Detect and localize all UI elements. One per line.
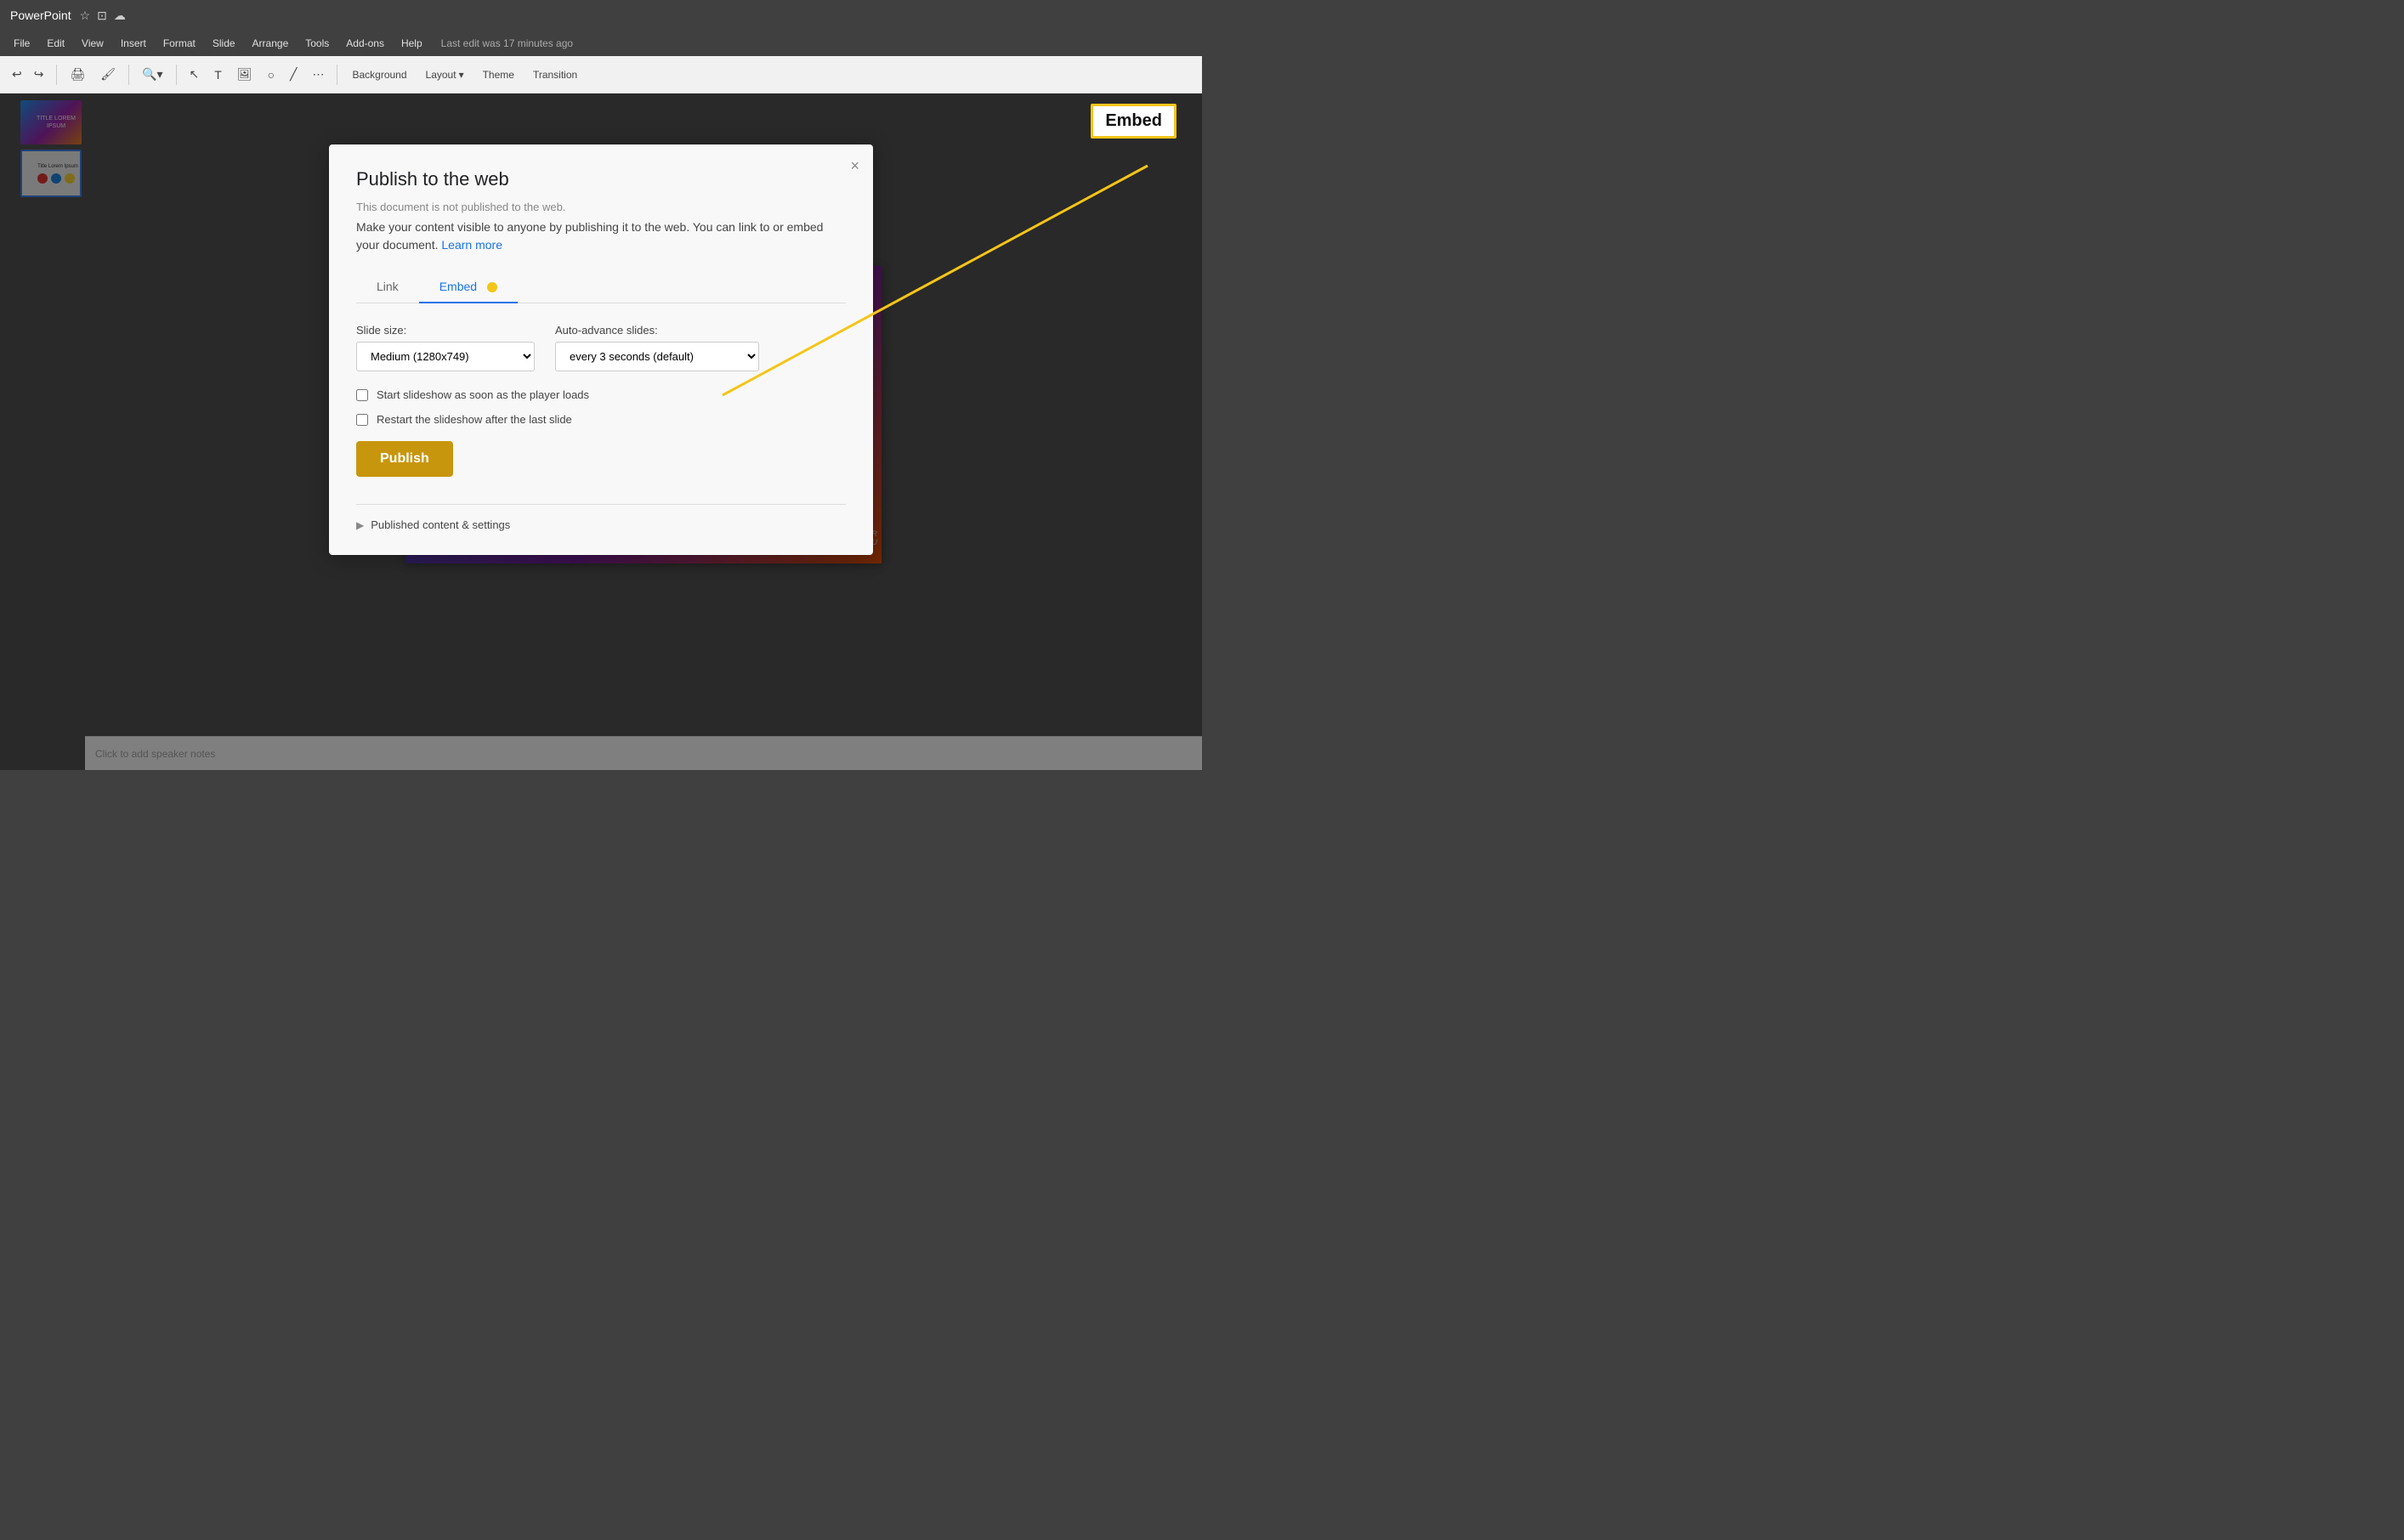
publish-button[interactable]: Publish xyxy=(356,441,453,477)
slide-size-select[interactable]: Small (640x374) Medium (1280x749) Large … xyxy=(356,342,535,371)
embed-label: Embed xyxy=(1091,104,1176,139)
modal-divider xyxy=(356,504,846,505)
save-icon[interactable]: ⊡ xyxy=(97,8,107,23)
redo-button[interactable]: ↪ xyxy=(29,64,49,85)
menu-arrange[interactable]: Arrange xyxy=(246,34,296,53)
checkbox-2-row: Restart the slideshow after the last sli… xyxy=(356,413,846,426)
title-bar-icons: ☆ ⊡ ☁ xyxy=(80,8,126,23)
checkbox-1-row: Start slideshow as soon as the player lo… xyxy=(356,388,846,401)
toolbar-divider-2 xyxy=(128,65,129,85)
tab-dot xyxy=(487,282,497,292)
modal-desc: Make your content visible to anyone by p… xyxy=(356,218,846,254)
cursor-button[interactable]: ↖ xyxy=(184,64,205,85)
toolbar-divider-3 xyxy=(176,65,177,85)
zoom-button[interactable]: 🔍▾ xyxy=(137,64,167,85)
modal-title: Publish to the web xyxy=(356,168,846,190)
main-area: 1 TITLE LOREMIPSUM 2 Title Lorem Ipsum xyxy=(0,93,1202,770)
menu-bar: File Edit View Insert Format Slide Arran… xyxy=(0,31,1202,56)
print-button[interactable]: 🖨 xyxy=(65,64,90,85)
checkbox-slideshow-start[interactable] xyxy=(356,389,368,401)
auto-advance-group: Auto-advance slides: every 1 second ever… xyxy=(555,324,759,371)
publish-modal: Publish to the web × This document is no… xyxy=(329,144,873,555)
modal-tabs: Link Embed xyxy=(356,271,846,303)
line-button[interactable]: ╱ xyxy=(285,64,302,85)
theme-button[interactable]: Theme xyxy=(476,65,521,84)
menu-addons[interactable]: Add-ons xyxy=(339,34,391,53)
toolbar-undo-group: ↩ ↪ xyxy=(7,64,48,85)
toolbar-divider-1 xyxy=(56,65,57,85)
menu-format[interactable]: Format xyxy=(156,34,202,53)
published-content-row[interactable]: ▶ Published content & settings xyxy=(356,518,846,531)
menu-slide[interactable]: Slide xyxy=(206,34,242,53)
more-button[interactable]: ⋯ xyxy=(307,64,329,85)
modal-close-button[interactable]: × xyxy=(850,158,859,173)
slide-size-label: Slide size: xyxy=(356,324,535,337)
cloud-icon[interactable]: ☁ xyxy=(114,8,126,23)
published-arrow-icon: ▶ xyxy=(356,519,364,531)
background-button[interactable]: Background xyxy=(345,65,413,84)
undo-button[interactable]: ↩ xyxy=(7,64,27,85)
transition-button[interactable]: Transition xyxy=(526,65,584,84)
app-title: PowerPoint xyxy=(10,8,71,22)
textbox-button[interactable]: T xyxy=(209,65,227,85)
layout-button[interactable]: Layout ▾ xyxy=(419,65,471,84)
menu-view[interactable]: View xyxy=(75,34,111,53)
auto-advance-select[interactable]: every 1 second every 2 seconds every 3 s… xyxy=(555,342,759,371)
checkbox-slideshow-restart[interactable] xyxy=(356,414,368,426)
shapes-button[interactable]: ○ xyxy=(263,65,280,85)
published-content-label: Published content & settings xyxy=(371,518,510,531)
menu-edit[interactable]: Edit xyxy=(40,34,71,53)
menu-help[interactable]: Help xyxy=(394,34,429,53)
checkbox-1-label[interactable]: Start slideshow as soon as the player lo… xyxy=(377,388,589,401)
menu-insert[interactable]: Insert xyxy=(114,34,153,53)
toolbar: ↩ ↪ 🖨 🖌 🔍▾ ↖ T 🖼 ○ ╱ ⋯ Background Layout… xyxy=(0,56,1202,93)
form-row: Slide size: Small (640x374) Medium (1280… xyxy=(356,324,846,371)
slide-size-group: Slide size: Small (640x374) Medium (1280… xyxy=(356,324,535,371)
tab-link[interactable]: Link xyxy=(356,271,419,303)
last-edit-text: Last edit was 17 minutes ago xyxy=(441,37,573,49)
title-bar: PowerPoint ☆ ⊡ ☁ xyxy=(0,0,1202,31)
auto-advance-label: Auto-advance slides: xyxy=(555,324,759,337)
image-button[interactable]: 🖼 xyxy=(232,64,258,85)
menu-tools[interactable]: Tools xyxy=(298,34,336,53)
menu-file[interactable]: File xyxy=(7,34,37,53)
learn-more-link[interactable]: Learn more xyxy=(441,238,502,252)
checkbox-2-label[interactable]: Restart the slideshow after the last sli… xyxy=(377,413,572,426)
tab-embed[interactable]: Embed xyxy=(419,271,518,303)
layout-chevron: ▾ xyxy=(459,69,464,81)
modal-subtitle: This document is not published to the we… xyxy=(356,201,846,213)
star-icon[interactable]: ☆ xyxy=(80,8,91,23)
modal-backdrop[interactable]: Publish to the web × This document is no… xyxy=(0,93,1202,770)
paint-format-button[interactable]: 🖌 xyxy=(95,64,121,85)
